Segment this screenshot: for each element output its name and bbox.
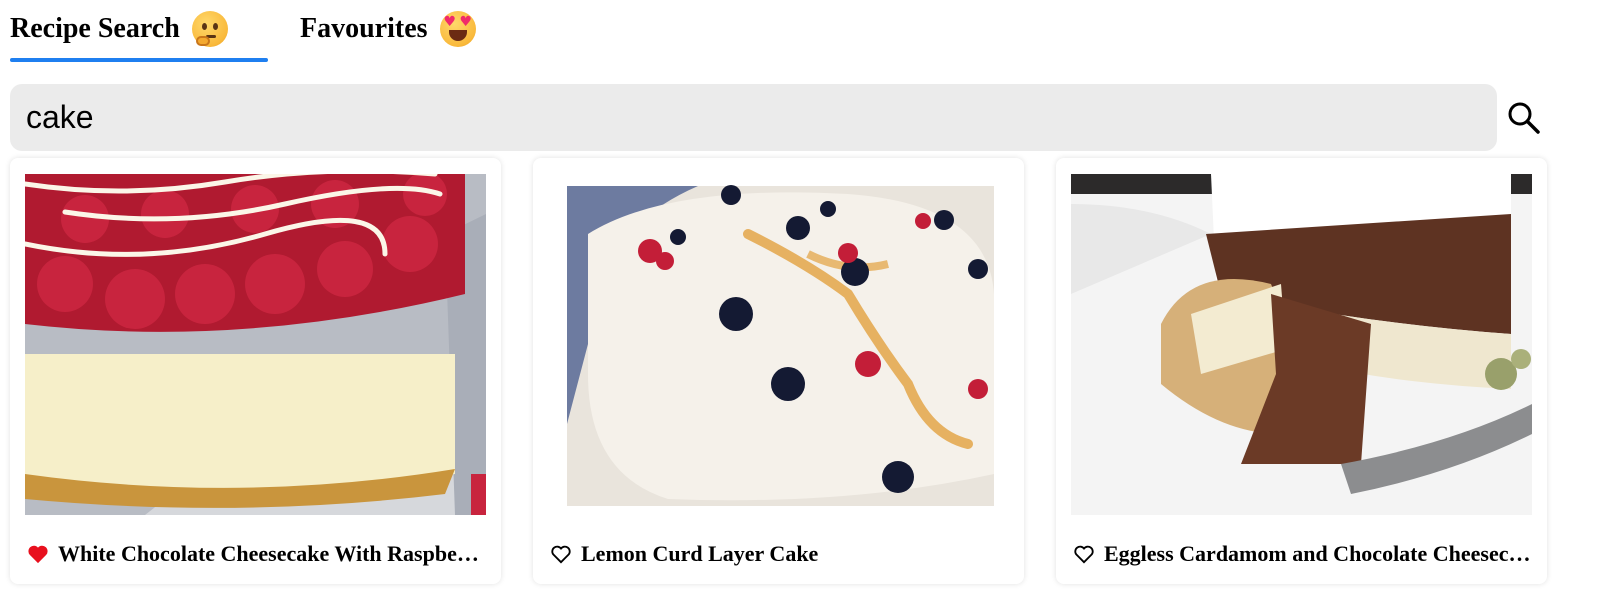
recipe-image[interactable]: [548, 174, 1009, 515]
thinking-face-icon: [191, 11, 228, 47]
heart-eyes-face-icon: ♥ ♥: [439, 11, 476, 47]
heart-filled-icon[interactable]: [26, 542, 50, 566]
recipe-title[interactable]: Lemon Curd Layer Cake: [581, 541, 818, 567]
recipe-title[interactable]: Eggless Cardamom and Chocolate Cheesecak…: [1104, 541, 1531, 567]
heart-outline-icon[interactable]: [549, 542, 573, 566]
search-icon: [1508, 102, 1540, 134]
recipe-card[interactable]: Eggless Cardamom and Chocolate Cheesecak…: [1056, 158, 1547, 584]
tab-recipe-search-label: Recipe Search: [10, 13, 180, 44]
recipe-title-row: White Chocolate Cheesecake With Raspberr…: [26, 538, 485, 570]
recipe-results: White Chocolate Cheesecake With Raspberr…: [10, 158, 1548, 584]
recipe-image[interactable]: [1071, 174, 1532, 515]
recipe-title-row: Lemon Curd Layer Cake: [549, 538, 1008, 570]
search-button[interactable]: [1504, 98, 1544, 138]
tab-recipe-search[interactable]: Recipe Search: [10, 0, 268, 62]
recipe-image[interactable]: [25, 174, 486, 515]
tab-favourites-label: Favourites: [300, 13, 428, 44]
tab-bar: Recipe Search Favourites ♥ ♥: [10, 0, 476, 64]
search-bar: [10, 84, 1550, 151]
recipe-title-row: Eggless Cardamom and Chocolate Cheesecak…: [1072, 538, 1531, 570]
recipe-title[interactable]: White Chocolate Cheesecake With Raspberr…: [58, 541, 485, 567]
recipe-card[interactable]: White Chocolate Cheesecake With Raspberr…: [10, 158, 501, 584]
recipe-card[interactable]: Lemon Curd Layer Cake: [533, 158, 1024, 584]
search-input[interactable]: [10, 84, 1497, 151]
heart-outline-icon[interactable]: [1072, 542, 1096, 566]
tab-favourites[interactable]: Favourites ♥ ♥: [300, 0, 476, 58]
